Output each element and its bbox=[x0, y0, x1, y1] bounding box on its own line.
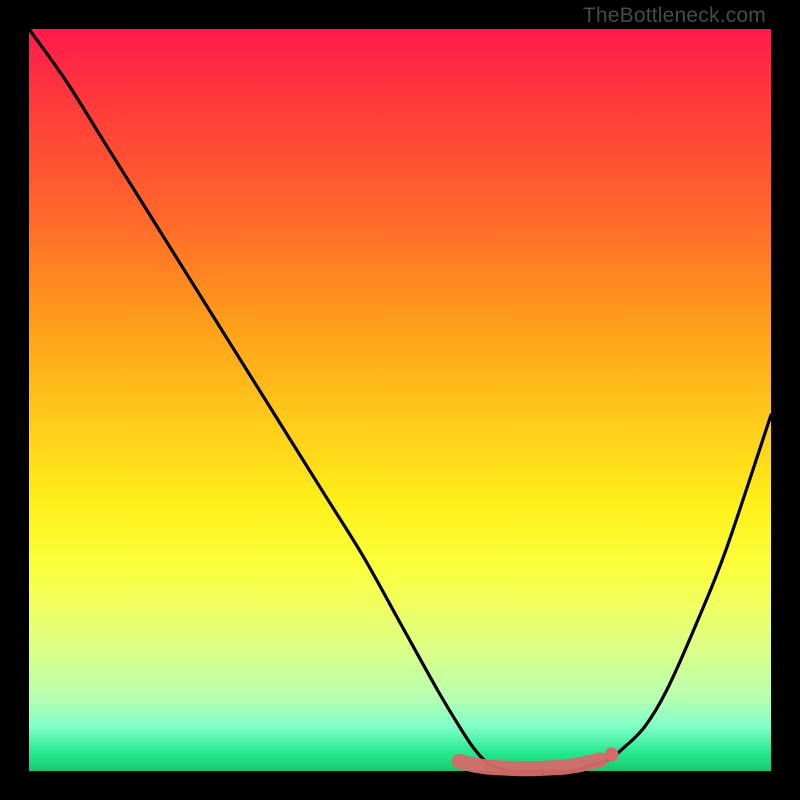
plot-area bbox=[29, 29, 771, 771]
chart-frame: TheBottleneck.com bbox=[0, 0, 800, 800]
bottleneck-curve bbox=[29, 29, 771, 771]
attribution-text: TheBottleneck.com bbox=[583, 4, 766, 28]
